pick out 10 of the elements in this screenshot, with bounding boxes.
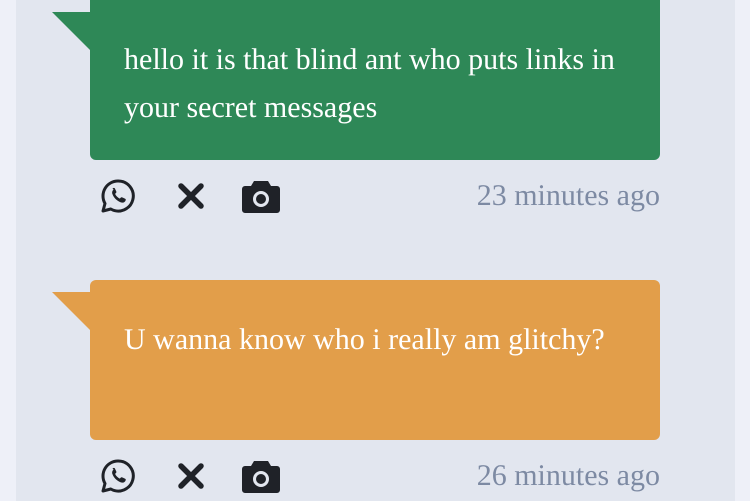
message-time: 23 minutes ago bbox=[476, 179, 660, 213]
close-icon[interactable] bbox=[176, 461, 206, 491]
message-text: U wanna know who i really am glitchy? bbox=[124, 322, 606, 358]
whatsapp-icon[interactable] bbox=[100, 178, 136, 214]
whatsapp-icon[interactable] bbox=[100, 458, 136, 494]
message-time: 26 minutes ago bbox=[476, 459, 660, 493]
close-icon[interactable] bbox=[176, 181, 206, 211]
camera-icon[interactable] bbox=[242, 179, 280, 213]
camera-icon[interactable] bbox=[242, 459, 280, 493]
message-text: hello it is that blind ant who puts links in your secret messages bbox=[124, 42, 616, 126]
